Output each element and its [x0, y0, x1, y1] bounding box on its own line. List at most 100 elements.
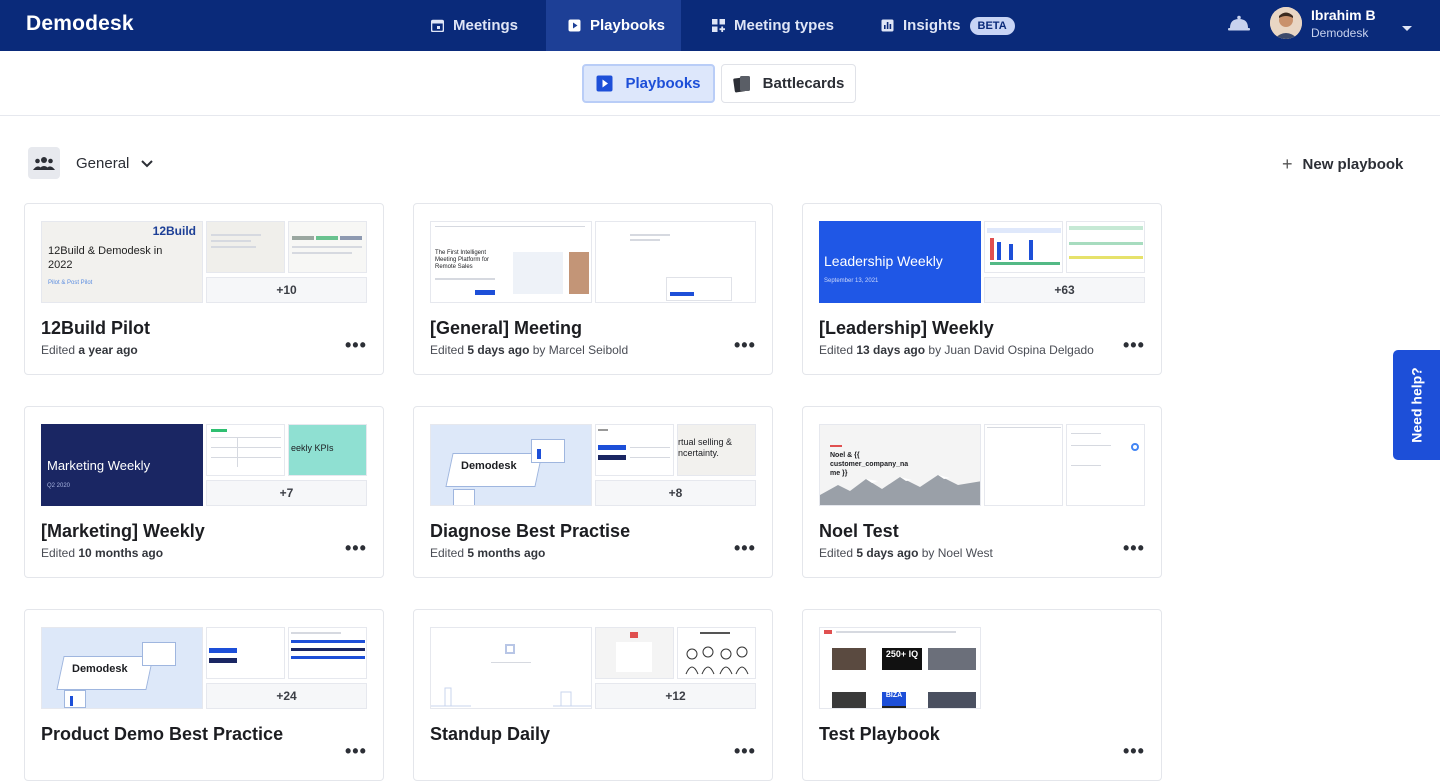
- playbook-card-product-demo-best-practice[interactable]: Demodesk +24 Product Demo Best Practice …: [24, 609, 384, 781]
- slide-subtitle: Pilot & Post Pilot: [48, 280, 93, 286]
- slide-thumbnail: [288, 627, 367, 679]
- playbook-card-diagnose-best-practise[interactable]: Demodesk rtual selling & ncertainty. +8 …: [413, 406, 773, 578]
- slide-title: Demodesk: [461, 460, 517, 472]
- more-slides-count: +12: [595, 683, 756, 709]
- more-options-icon[interactable]: •••: [345, 335, 367, 356]
- calendar-icon: [430, 19, 444, 33]
- need-help-button[interactable]: Need help?: [1393, 350, 1440, 460]
- slide-thumbnail: The First Intelligent Meeting Platform f…: [430, 221, 592, 303]
- playbook-edited-info: Edited 5 days ago by Marcel Seibold: [430, 343, 629, 357]
- tab-battlecards[interactable]: Battlecards: [721, 64, 856, 103]
- playbook-title[interactable]: Product Demo Best Practice: [41, 724, 283, 745]
- slide-thumbnail: [1066, 221, 1145, 273]
- more-slides-count: +63: [984, 277, 1145, 303]
- playbook-edited-info: Edited 13 days ago by Juan David Ospina …: [819, 343, 1094, 357]
- playbook-title[interactable]: [Leadership] Weekly: [819, 318, 994, 339]
- slide-thumbnail: [595, 627, 674, 679]
- slide-thumbnail: [288, 221, 367, 273]
- playbook-title[interactable]: [General] Meeting: [430, 318, 582, 339]
- more-options-icon[interactable]: •••: [1123, 335, 1145, 356]
- new-playbook-label: New playbook: [1302, 156, 1404, 173]
- brand-logo-text: 12Build: [152, 224, 196, 238]
- beta-badge: BETA: [969, 16, 1015, 35]
- playbook-card-leadership-weekly[interactable]: Leadership Weekly September 13, 2021 +63…: [802, 203, 1162, 375]
- user-avatar[interactable]: [1270, 7, 1302, 39]
- slide-title: Demodesk: [72, 663, 128, 675]
- playbook-title[interactable]: Diagnose Best Practise: [430, 521, 630, 542]
- playbook-card-general-meeting[interactable]: The First Intelligent Meeting Platform f…: [413, 203, 773, 375]
- playbook-card-marketing-weekly[interactable]: Marketing Weekly Q2 2020 eekly KPIs +7 […: [24, 406, 384, 578]
- playbook-card-standup-daily[interactable]: +12 Standup Daily •••: [413, 609, 773, 781]
- nav-playbooks[interactable]: Playbooks: [546, 0, 681, 51]
- playbook-edited-info: Edited 10 months ago: [41, 546, 164, 560]
- nav-insights-label: Insights: [903, 17, 961, 34]
- playbook-title[interactable]: [Marketing] Weekly: [41, 521, 205, 542]
- playbook-title[interactable]: Noel Test: [819, 521, 899, 542]
- slide-thumbnail: Marketing Weekly Q2 2020: [41, 424, 203, 506]
- slide-side-text: rtual selling & ncertainty.: [678, 437, 733, 458]
- slide-thumbnail: [206, 424, 285, 476]
- more-options-icon[interactable]: •••: [1123, 741, 1145, 762]
- nav-meeting-types-label: Meeting types: [734, 17, 835, 34]
- thumb-badge: BIZA: [882, 692, 906, 706]
- slide-title: Leadership Weekly: [824, 253, 943, 269]
- playbook-title[interactable]: Test Playbook: [819, 724, 940, 745]
- more-options-icon[interactable]: •••: [734, 741, 756, 762]
- user-menu-caret-icon[interactable]: [1401, 20, 1413, 38]
- more-slides-count: +10: [206, 277, 367, 303]
- slide-thumbnail: 12Build 12Build & Demodesk in 2022 Pilot…: [41, 221, 203, 303]
- slide-thumbnail: [430, 627, 592, 709]
- more-slides-count: +24: [206, 683, 367, 709]
- new-playbook-button[interactable]: + New playbook: [1282, 154, 1403, 175]
- slide-thumbnail: [1066, 424, 1145, 506]
- thumb-badge: 250+ IQ: [882, 648, 922, 670]
- more-options-icon[interactable]: •••: [734, 538, 756, 559]
- playbook-edited-info: Edited 5 months ago: [430, 546, 546, 560]
- slide-title: 12Build & Demodesk in 2022: [48, 245, 163, 271]
- slide-side-text: eekly KPIs: [291, 443, 334, 453]
- slide-thumbnail: [984, 424, 1063, 506]
- top-navigation-bar: Demodesk Meetings Playbooks Meeting type…: [0, 0, 1440, 51]
- slide-thumbnail: [595, 221, 756, 303]
- nav-insights[interactable]: Insights BETA: [858, 0, 1037, 51]
- slide-thumbnail: Leadership Weekly September 13, 2021: [819, 221, 981, 303]
- slide-subtitle: Q2 2020: [47, 483, 71, 489]
- playbook-title[interactable]: Standup Daily: [430, 724, 550, 745]
- team-group-icon[interactable]: [28, 147, 60, 179]
- slide-thumbnail: [984, 221, 1063, 273]
- slide-thumbnail: eekly KPIs: [288, 424, 367, 476]
- play-icon: [596, 75, 613, 92]
- slide-thumbnail: [206, 627, 285, 679]
- more-options-icon[interactable]: •••: [734, 335, 756, 356]
- notification-bell-icon[interactable]: [1228, 15, 1250, 36]
- playbook-card-noel-test[interactable]: Noel & {{ customer_company_na me }} Noel…: [802, 406, 1162, 578]
- nav-meeting-types[interactable]: Meeting types: [689, 0, 856, 51]
- playbook-card-12build-pilot[interactable]: 12Build 12Build & Demodesk in 2022 Pilot…: [24, 203, 384, 375]
- more-options-icon[interactable]: •••: [345, 538, 367, 559]
- playbook-edited-info: Edited a year ago: [41, 343, 138, 357]
- slide-subtitle: September 13, 2021: [824, 278, 879, 284]
- nav-meetings[interactable]: Meetings: [408, 0, 540, 51]
- slide-thumbnail: Demodesk: [430, 424, 592, 506]
- user-name[interactable]: Ibrahim B: [1311, 7, 1376, 23]
- user-organization: Demodesk: [1311, 26, 1369, 40]
- battlecards-icon: [732, 75, 751, 93]
- need-help-label: Need help?: [1408, 367, 1425, 443]
- slide-title: The First Intelligent Meeting Platform f…: [435, 250, 490, 270]
- more-slides-count: +8: [595, 480, 756, 506]
- slide-thumbnail: Noel & {{ customer_company_na me }}: [819, 424, 981, 506]
- more-options-icon[interactable]: •••: [345, 741, 367, 762]
- playbook-edited-info: Edited 5 days ago by Noel West: [819, 546, 993, 560]
- play-icon: [568, 19, 581, 33]
- tab-battlecards-label: Battlecards: [762, 75, 845, 92]
- nav-playbooks-label: Playbooks: [590, 17, 666, 34]
- slide-thumbnail: Demodesk: [41, 627, 203, 709]
- chevron-down-icon[interactable]: [140, 156, 154, 174]
- slide-thumbnail: 250+ IQ BIZA: [819, 627, 981, 709]
- group-selector-label[interactable]: General: [76, 155, 129, 172]
- more-options-icon[interactable]: •••: [1123, 538, 1145, 559]
- tab-playbooks[interactable]: Playbooks: [582, 64, 715, 103]
- playbook-title[interactable]: 12Build Pilot: [41, 318, 150, 339]
- playbook-card-test-playbook[interactable]: 250+ IQ BIZA Test Playbook •••: [802, 609, 1162, 781]
- app-logo[interactable]: Demodesk: [26, 12, 134, 36]
